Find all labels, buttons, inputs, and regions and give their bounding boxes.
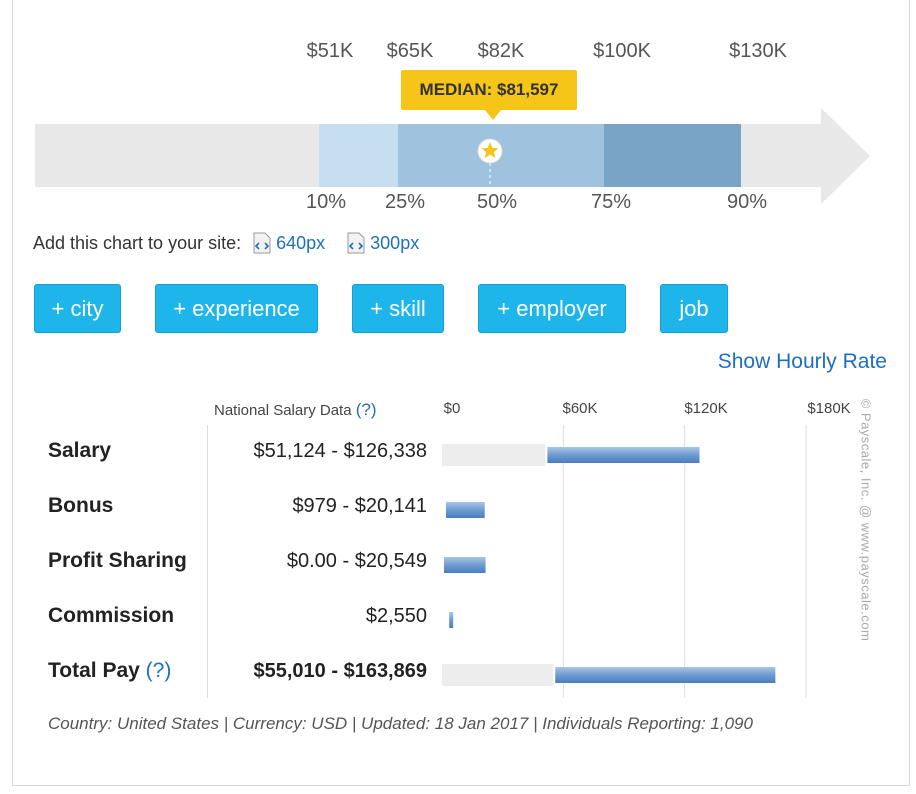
bar-track — [442, 444, 546, 466]
bar-profit-sharing — [444, 557, 486, 573]
bar-bonus — [445, 502, 485, 518]
bar-salary — [547, 447, 700, 463]
bar-track — [442, 664, 554, 686]
bar-commission — [449, 612, 454, 628]
bar-total-pay — [555, 667, 776, 683]
salary-bars-svg — [442, 425, 807, 698]
footer-meta: Country: United States | Currency: USD |… — [48, 714, 753, 733]
payscale-watermark: © Payscale, Inc. @ www.payscale.com — [858, 398, 874, 642]
